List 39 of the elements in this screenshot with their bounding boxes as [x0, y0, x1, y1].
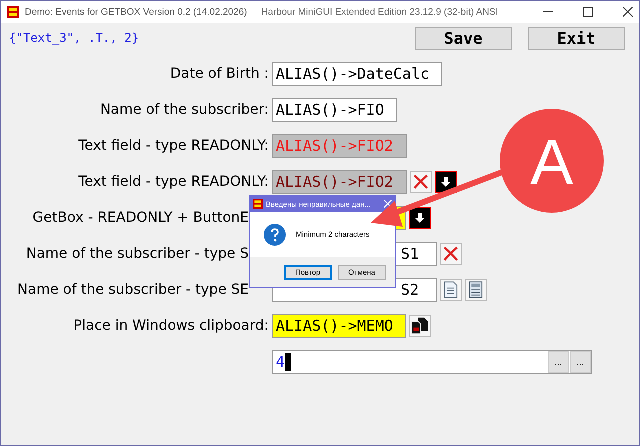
- app-icon: [253, 199, 263, 209]
- x-icon: [442, 245, 460, 263]
- question-icon: [264, 224, 286, 246]
- input-field[interactable]: ALIAS()->MEMO: [272, 314, 406, 338]
- field-label: Name of the subscriber - type SE: [18, 282, 249, 298]
- app-icon: [7, 6, 19, 18]
- annotation-letter: A: [530, 126, 574, 198]
- document-button[interactable]: [440, 279, 462, 301]
- x-icon: [412, 173, 430, 191]
- browse-button[interactable]: ...: [548, 351, 569, 373]
- document-icon: [444, 281, 458, 299]
- maximize-icon[interactable]: [583, 7, 593, 17]
- toolbar-button[interactable]: Save: [415, 27, 512, 50]
- browse-button[interactable]: ...: [570, 351, 591, 373]
- calculator-button[interactable]: [465, 279, 487, 301]
- field-label: Name of the subscriber - type S: [26, 246, 249, 262]
- close-icon[interactable]: [623, 7, 633, 17]
- field-label: Place in Windows clipboard:: [74, 318, 269, 334]
- field-label: Text field - type READONLY:: [78, 174, 269, 190]
- down-arrow-icon: [414, 212, 426, 224]
- down-arrow-icon: [440, 176, 452, 188]
- field-label: Date of Birth :: [170, 66, 269, 82]
- copy-icon: [411, 317, 429, 335]
- status-text: {"Text_3", .T., 2}: [9, 31, 140, 45]
- input-field[interactable]: ALIAS()->FIO2: [272, 170, 407, 194]
- input-field[interactable]: 4 ... ...: [272, 350, 592, 374]
- calculator-icon: [469, 281, 483, 299]
- field-label: Text field - type READONLY:: [78, 138, 269, 154]
- input-field[interactable]: ALIAS()->FIO: [272, 98, 397, 122]
- copy-button[interactable]: [409, 315, 431, 337]
- input-field[interactable]: ALIAS()->DateCalc: [272, 62, 442, 86]
- field-label: GetBox - READONLY + ButtonE: [32, 210, 249, 226]
- clear-button[interactable]: [410, 171, 432, 193]
- window-title: Demo: Events for GETBOX Version 0.2 (14.02.2026): [25, 6, 248, 18]
- down-arrow-button[interactable]: [409, 207, 431, 229]
- field-label: Name of the subscriber:: [100, 102, 269, 118]
- toolbar-button[interactable]: Exit: [528, 27, 625, 50]
- clear-button[interactable]: [440, 243, 462, 265]
- window-subtitle: Harbour MiniGUI Extended Edition 23.12.9 (32-bit) ANSI: [261, 6, 498, 18]
